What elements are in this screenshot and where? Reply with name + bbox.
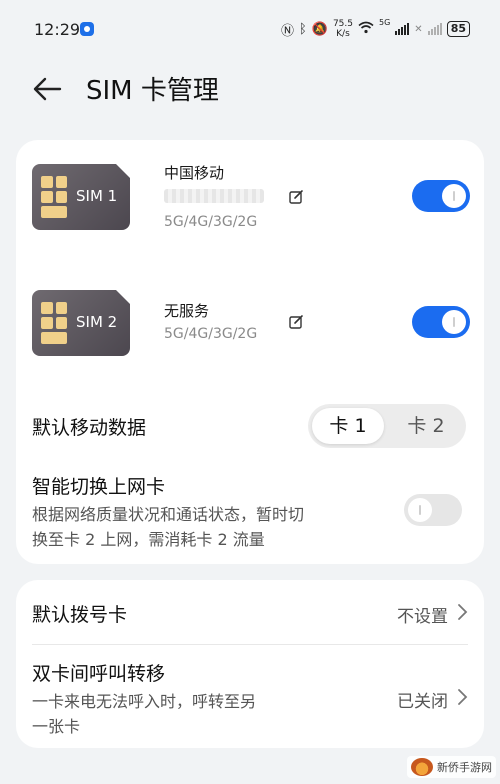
sim2-card-icon: SIM 2 (32, 290, 130, 356)
bluetooth-icon: ᛒ (298, 21, 307, 37)
sim2-carrier: 无服务 (164, 302, 210, 320)
smart-switch-toggle[interactable] (404, 494, 462, 526)
sim2-row[interactable]: SIM 2 无服务 5G/4G/3G/2G (16, 270, 484, 380)
status-icons: Ⓝ ᛒ 🔕 75.5 K/s 5G ✕ 85 (281, 18, 470, 40)
back-arrow-icon[interactable] (30, 72, 64, 106)
watermark-logo-icon (411, 758, 433, 776)
smart-switch-desc-line1: 根据网络质量状况和通话状态，暂时切 (32, 505, 305, 524)
chevron-right-icon (458, 689, 468, 705)
smart-switch-desc-line2: 换至卡 2 上网，需消耗卡 2 流量 (32, 530, 265, 549)
smart-switch-title: 智能切换上网卡 (32, 476, 166, 498)
app-notification-icon (80, 22, 94, 36)
mute-bell-icon: 🔕 (311, 21, 328, 37)
sim1-row[interactable]: SIM 1 中国移动 5G/4G/3G/2G (16, 144, 484, 254)
sim1-carrier: 中国移动 (164, 164, 225, 182)
nfc-icon: Ⓝ (280, 23, 294, 39)
page-title: SIM 卡管理 (86, 76, 219, 106)
call-forward-desc-line1: 一卡来电无法呼入时，呼转至另 (32, 692, 257, 711)
network-speed: 75.5 K/s (332, 19, 353, 39)
sim1-network-tag: 5G (379, 18, 391, 27)
sim2-network-types: 5G/4G/3G/2G (164, 326, 258, 342)
default-call-value: 不设置 (397, 607, 448, 627)
chevron-right-icon (458, 604, 468, 620)
battery-icon: 85 (446, 21, 470, 37)
sim2-toggle[interactable] (412, 306, 470, 338)
default-data-selector[interactable]: 卡 1 卡 2 (308, 404, 466, 448)
sim1-network-types: 5G/4G/3G/2G (164, 214, 258, 230)
default-data-option-sim2[interactable]: 卡 2 (390, 408, 462, 444)
call-forward-title: 双卡间呼叫转移 (32, 663, 166, 685)
status-bar: 12:29 Ⓝ ᛒ 🔕 75.5 K/s 5G ✕ 85 (0, 0, 500, 58)
sim1-toggle[interactable] (412, 180, 470, 212)
site-watermark: 新侨手游网 (407, 756, 496, 778)
sim2-edit-icon[interactable] (288, 314, 304, 330)
default-call-row[interactable]: 默认拨号卡 不设置 (16, 580, 484, 644)
wifi-icon (358, 21, 374, 38)
signal-sim2-icon (427, 23, 442, 35)
call-forward-row[interactable]: 双卡间呼叫转移 一卡来电无法呼入时，呼转至另 一张卡 已关闭 (16, 645, 484, 748)
no-signal-icon: ✕ (414, 23, 423, 35)
watermark-text: 新侨手游网 (437, 761, 492, 774)
default-data-label: 默认移动数据 (32, 417, 147, 439)
sim1-card-icon: SIM 1 (32, 164, 130, 230)
call-forward-value: 已关闭 (397, 692, 448, 712)
call-forward-desc-line2: 一张卡 (32, 717, 81, 736)
default-data-option-sim1[interactable]: 卡 1 (312, 408, 384, 444)
default-call-label: 默认拨号卡 (32, 604, 128, 626)
signal-sim1-icon (395, 23, 410, 35)
status-time: 12:29 (34, 20, 81, 39)
sim-settings-card: SIM 1 中国移动 5G/4G/3G/2G SIM 2 无服务 5G/4G/3… (16, 140, 484, 564)
call-settings-card: 默认拨号卡 不设置 双卡间呼叫转移 一卡来电无法呼入时，呼转至另 一张卡 已关闭 (16, 580, 484, 748)
sim1-number-blurred (164, 189, 264, 203)
sim1-edit-icon[interactable] (288, 189, 304, 205)
